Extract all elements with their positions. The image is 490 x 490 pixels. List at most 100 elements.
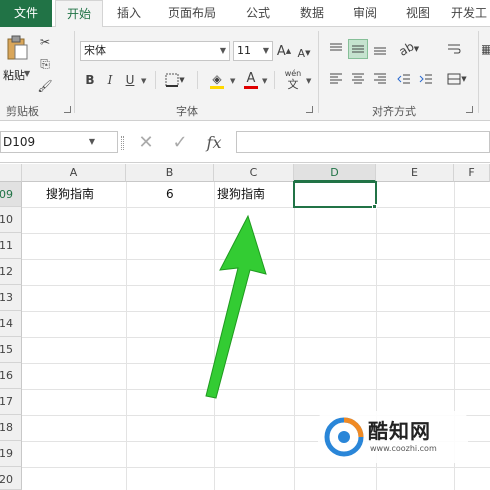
tab-developer[interactable]: 开发工 [448, 0, 490, 27]
borders-button[interactable]: ▼ [164, 71, 186, 89]
borders-icon [165, 73, 179, 87]
column-header-a[interactable]: A [22, 164, 126, 182]
font-size-value: 11 [237, 44, 251, 57]
formula-bar: D109 ▼ ✕ ✓ fx [0, 122, 490, 163]
increase-indent-button[interactable] [416, 69, 436, 89]
formula-input[interactable] [236, 131, 490, 153]
phonetic-character: 文 [287, 78, 299, 91]
fill-handle[interactable] [372, 204, 377, 209]
name-box[interactable]: D109 ▼ [0, 131, 118, 153]
italic-button[interactable]: I [102, 71, 118, 89]
row-header-113[interactable]: 113 [0, 285, 22, 311]
middle-align-icon [352, 45, 364, 53]
wrap-text-icon [448, 44, 461, 54]
row-header-115[interactable]: 115 [0, 337, 22, 363]
align-left-button[interactable] [326, 69, 346, 89]
clipboard-group-label: 剪贴板 [6, 105, 39, 118]
row-header-117[interactable]: 117 [0, 389, 22, 415]
watermark: 酷知网 www.coozhi.com [318, 411, 468, 463]
active-cell-d109[interactable] [293, 181, 377, 208]
decrease-indent-button[interactable] [394, 69, 414, 89]
row-header-116[interactable]: 116 [0, 363, 22, 389]
font-color-icon: A [246, 70, 256, 86]
divider [274, 71, 275, 89]
insert-function-button[interactable]: fx [202, 132, 226, 152]
cell-b109[interactable]: 6 [166, 182, 174, 207]
column-header-b[interactable]: B [126, 164, 214, 182]
shrink-font-button[interactable]: A ▼ [296, 43, 312, 63]
tab-data[interactable]: 数据 [290, 0, 334, 27]
tab-home[interactable]: 开始 [55, 0, 103, 28]
cancel-icon[interactable]: ✕ [136, 132, 156, 153]
row-header-120[interactable]: 120 [0, 467, 22, 490]
underline-button[interactable]: U [122, 71, 138, 89]
align-right-button[interactable] [370, 69, 390, 89]
alignment-group-label: 对齐方式 [372, 105, 416, 118]
chevron-down-icon: ▼ [88, 137, 95, 146]
tab-file[interactable]: 文件 [0, 0, 52, 27]
phonetic-button[interactable]: wén 文 [282, 67, 304, 93]
row-header-109[interactable]: 109 [0, 182, 22, 207]
chevron-down-icon: ▼ [230, 77, 236, 85]
watermark-url: www.coozhi.com [370, 444, 437, 453]
bottom-align-button[interactable] [370, 39, 390, 59]
tab-page-layout[interactable]: 页面布局 [160, 0, 224, 27]
paste-button[interactable] [4, 33, 30, 63]
decrease-indent-icon [397, 74, 410, 84]
bold-button[interactable]: B [82, 71, 98, 89]
divider [155, 71, 156, 89]
clipboard-launcher-icon[interactable] [64, 106, 71, 113]
orientation-button[interactable]: ab ▼ [396, 39, 422, 59]
gridline [294, 182, 295, 490]
wrap-text-button[interactable] [444, 39, 464, 59]
drag-handle[interactable] [121, 136, 124, 150]
alignment-launcher-icon[interactable] [466, 106, 473, 113]
number-format-icon[interactable]: ▦ [482, 39, 490, 59]
row-header-118[interactable]: 118 [0, 415, 22, 441]
name-box-value: D109 [3, 135, 36, 149]
bold-icon: B [85, 73, 95, 87]
column-header-c[interactable]: C [214, 164, 294, 182]
top-align-button[interactable] [326, 39, 346, 59]
worksheet-grid[interactable]: A B C D E F 109 110 111 112 113 114 115 … [0, 164, 490, 490]
fx-icon: fx [206, 132, 222, 152]
column-header-d[interactable]: D [294, 164, 376, 182]
row-header-114[interactable]: 114 [0, 311, 22, 337]
enter-icon[interactable]: ✓ [170, 132, 190, 153]
paste-label: 粘贴 [3, 69, 25, 82]
middle-align-button[interactable] [348, 39, 368, 59]
select-all-corner[interactable] [0, 164, 22, 182]
grow-font-button[interactable]: A ▲ [276, 41, 292, 61]
ribbon-tab-bar: 文件 开始 插入 页面布局 公式 数据 审阅 视图 开发工 [0, 0, 490, 28]
tab-formulas[interactable]: 公式 [236, 0, 280, 27]
tab-review[interactable]: 审阅 [343, 0, 387, 27]
merge-center-button[interactable]: ▼ [444, 69, 470, 89]
align-center-button[interactable] [348, 69, 368, 89]
row-header-119[interactable]: 119 [0, 441, 22, 467]
fill-bucket-icon: ◈ [212, 71, 222, 86]
row-header-111[interactable]: 111 [0, 233, 22, 259]
column-header-f[interactable]: F [454, 164, 490, 182]
chevron-down-icon: ▼ [141, 77, 147, 85]
align-center-icon [352, 73, 364, 84]
merge-cells-icon [447, 73, 461, 85]
font-name-select[interactable]: 宋体 ▼ [80, 41, 230, 61]
font-size-select[interactable]: 11 ▼ [233, 41, 273, 61]
divider [197, 71, 198, 89]
row-header-112[interactable]: 112 [0, 259, 22, 285]
copy-icon[interactable]: ⎘ [36, 55, 54, 73]
cell-a109[interactable]: 搜狗指南 [46, 182, 94, 207]
font-color-button[interactable]: A [242, 69, 260, 91]
column-header-e[interactable]: E [376, 164, 454, 182]
fill-color-button[interactable]: ◈ [206, 69, 228, 91]
format-painter-icon[interactable]: 🖌 [36, 77, 54, 95]
top-align-icon [330, 43, 342, 51]
chevron-down-icon: ▼ [262, 46, 269, 55]
chevron-down-icon: ▼ [306, 77, 312, 85]
tab-insert[interactable]: 插入 [108, 0, 150, 27]
row-header-110[interactable]: 110 [0, 207, 22, 233]
gridline [126, 182, 127, 490]
font-launcher-icon[interactable] [306, 106, 313, 113]
cut-icon[interactable]: ✂ [36, 33, 54, 51]
tab-view[interactable]: 视图 [396, 0, 440, 27]
